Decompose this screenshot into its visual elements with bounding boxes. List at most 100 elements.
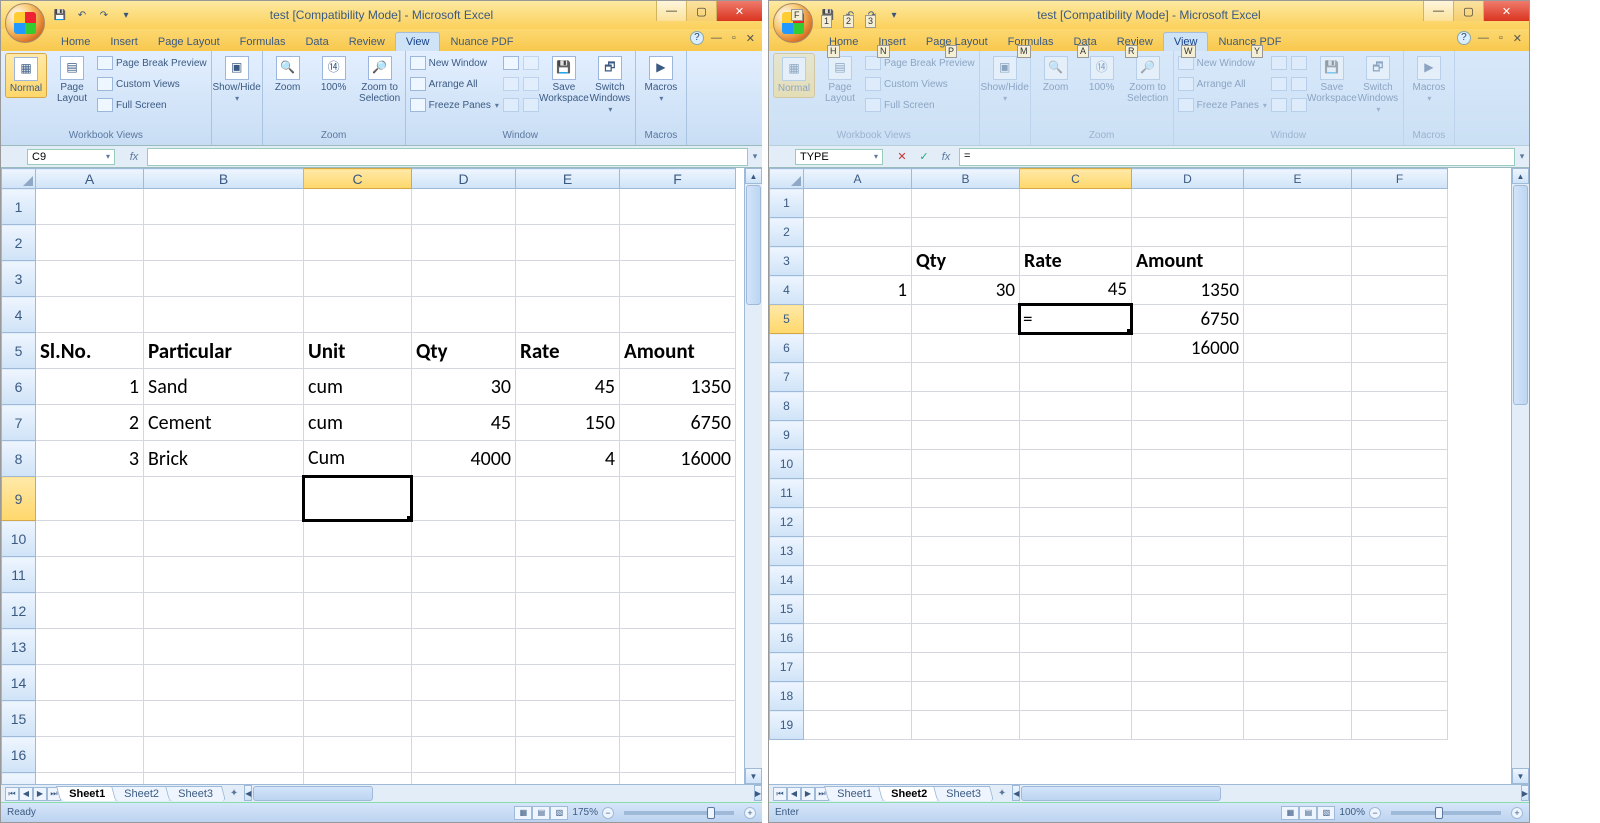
next-sheet-icon[interactable]: ▶ — [33, 787, 47, 801]
cell[interactable] — [144, 297, 304, 333]
cell[interactable] — [412, 629, 516, 665]
row-header[interactable]: 3 — [2, 261, 36, 297]
cell[interactable]: 16000 — [1132, 334, 1244, 363]
cell[interactable] — [1020, 363, 1132, 392]
cell[interactable] — [1132, 508, 1244, 537]
cell[interactable] — [516, 477, 620, 521]
fx-button[interactable]: fx — [936, 151, 956, 163]
cell[interactable] — [1020, 595, 1132, 624]
redo-icon[interactable]: ↷ — [95, 6, 113, 24]
row-header[interactable]: 2 — [770, 218, 804, 247]
page-layout-button[interactable]: ▤Page Layout — [819, 53, 861, 107]
scroll-right-icon[interactable]: ▶ — [754, 785, 762, 801]
cell[interactable] — [304, 297, 412, 333]
column-header[interactable]: B — [912, 169, 1020, 189]
cell[interactable] — [516, 189, 620, 225]
cell[interactable]: 2 — [36, 405, 144, 441]
cell[interactable]: Qty — [912, 247, 1020, 276]
sheet-tab[interactable]: Sheet2 — [878, 786, 940, 801]
cell[interactable] — [804, 566, 912, 595]
scroll-left-icon[interactable]: ◀ — [1012, 785, 1020, 801]
cell[interactable] — [912, 595, 1020, 624]
cell[interactable] — [620, 629, 736, 665]
sheet-tab[interactable]: Sheet1 — [824, 786, 885, 801]
row-header[interactable]: 9 — [2, 477, 36, 521]
cell[interactable] — [1020, 479, 1132, 508]
page-layout-status-icon[interactable]: ▤ — [532, 806, 550, 820]
select-all-corner[interactable] — [770, 169, 804, 189]
cell[interactable]: 1 — [36, 369, 144, 405]
scroll-up-icon[interactable]: ▲ — [1512, 168, 1529, 184]
cell[interactable] — [620, 297, 736, 333]
vertical-scrollbar[interactable]: ▲ ▼ — [744, 168, 762, 784]
sheet-tab[interactable]: Sheet1 — [56, 786, 118, 801]
formula-input[interactable]: = — [959, 148, 1515, 166]
cell[interactable] — [804, 653, 912, 682]
normal-view-button[interactable]: ▦Normal — [773, 53, 815, 98]
cell[interactable] — [804, 218, 912, 247]
page-break-status-icon[interactable]: ▧ — [550, 806, 568, 820]
restore-workbook-icon[interactable]: ▫ — [1496, 32, 1506, 44]
page-break-status-icon[interactable]: ▧ — [1317, 806, 1335, 820]
cell[interactable] — [620, 557, 736, 593]
column-header[interactable]: F — [620, 169, 736, 189]
cell[interactable] — [1132, 711, 1244, 740]
cell[interactable] — [912, 305, 1020, 334]
ribbon-tab-nuance-pdf[interactable]: Nuance PDF — [440, 33, 523, 51]
column-header[interactable]: B — [144, 169, 304, 189]
cell[interactable] — [912, 334, 1020, 363]
enter-formula-button[interactable]: ✓ — [914, 150, 934, 163]
macros-button[interactable]: ▶Macros — [640, 53, 682, 107]
row-header[interactable]: 11 — [2, 557, 36, 593]
cell[interactable] — [144, 665, 304, 701]
cell[interactable]: 3 — [36, 441, 144, 477]
cell[interactable] — [144, 477, 304, 521]
cell[interactable] — [1132, 566, 1244, 595]
cell[interactable]: cum — [304, 369, 412, 405]
cell[interactable] — [1244, 566, 1352, 595]
maximize-button[interactable]: ▢ — [686, 1, 716, 21]
cell[interactable] — [516, 737, 620, 773]
minimize-ribbon-icon[interactable]: — — [1475, 32, 1492, 44]
column-header[interactable]: F — [1352, 169, 1448, 189]
cell[interactable] — [1132, 682, 1244, 711]
row-header[interactable]: 13 — [2, 629, 36, 665]
cell[interactable] — [36, 665, 144, 701]
cell[interactable] — [1352, 595, 1448, 624]
ribbon-tab-home[interactable]: Home — [51, 33, 100, 51]
cell[interactable] — [1132, 189, 1244, 218]
cell[interactable] — [1244, 595, 1352, 624]
sheet-tab[interactable]: Sheet3 — [933, 786, 994, 801]
cell[interactable] — [1020, 566, 1132, 595]
cell[interactable] — [304, 629, 412, 665]
cell[interactable] — [36, 773, 144, 785]
cell[interactable] — [804, 479, 912, 508]
cell[interactable] — [144, 737, 304, 773]
row-header[interactable]: 7 — [2, 405, 36, 441]
cell[interactable] — [36, 261, 144, 297]
cell[interactable] — [516, 701, 620, 737]
column-header[interactable]: D — [412, 169, 516, 189]
page-layout-status-icon[interactable]: ▤ — [1299, 806, 1317, 820]
cell[interactable] — [412, 477, 516, 521]
new-window-button[interactable]: New Window — [410, 53, 499, 73]
cell[interactable] — [1352, 450, 1448, 479]
cell[interactable] — [1244, 450, 1352, 479]
cell[interactable] — [620, 521, 736, 557]
cell[interactable] — [1352, 566, 1448, 595]
cell[interactable] — [516, 225, 620, 261]
namebox-dropdown-icon[interactable]: ▾ — [874, 152, 878, 161]
cell[interactable] — [144, 225, 304, 261]
qat-dropdown-icon[interactable]: ▾ — [117, 6, 135, 24]
cell[interactable] — [36, 297, 144, 333]
new-sheet-icon[interactable]: ✦ — [992, 788, 1012, 799]
ribbon-tab-insert[interactable]: Insert — [100, 33, 148, 51]
cell[interactable] — [1020, 421, 1132, 450]
ribbon-tab-page-layout[interactable]: Page Layout — [148, 33, 230, 51]
cell[interactable] — [804, 189, 912, 218]
cell[interactable]: Sl.No. — [36, 333, 144, 369]
cell[interactable] — [1244, 682, 1352, 711]
row-header[interactable]: 16 — [770, 624, 804, 653]
ribbon-tab-view[interactable]: View — [395, 32, 441, 51]
cell[interactable] — [804, 305, 912, 334]
